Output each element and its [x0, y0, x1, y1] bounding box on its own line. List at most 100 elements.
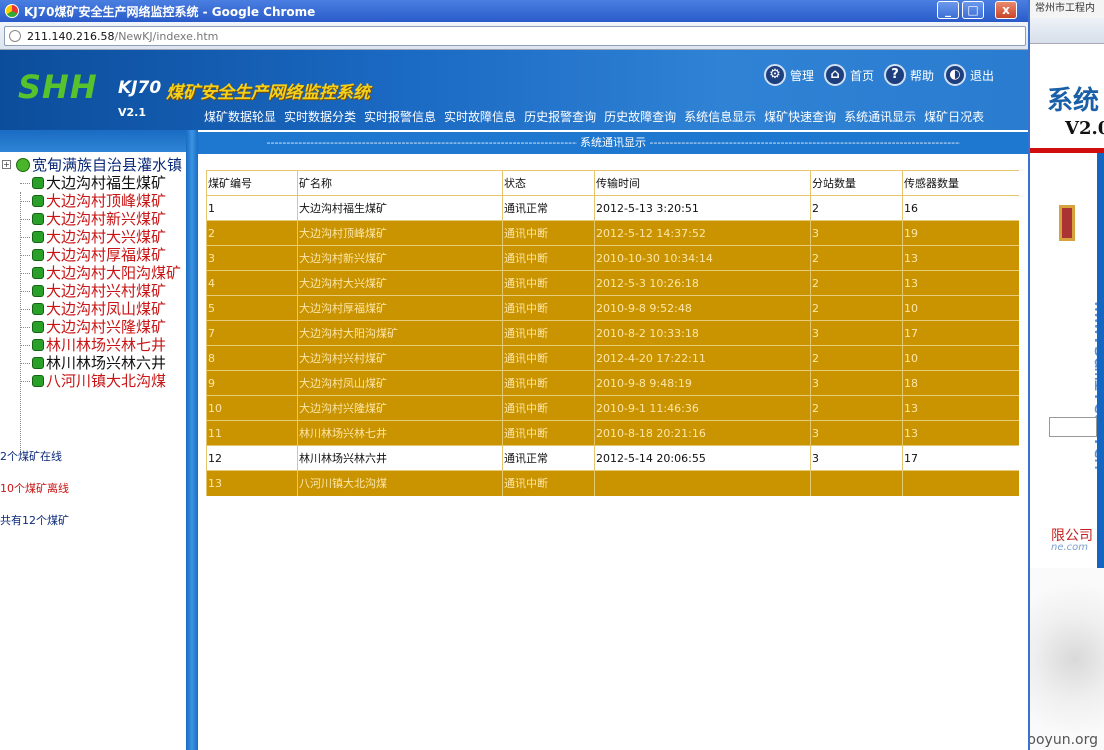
nav-menu: 煤矿数据轮显 实时数据分类 实时报警信息 实时故障信息 历史报警查询 历史故障查… [200, 108, 988, 125]
cell-sensors: 16 [902, 195, 1019, 221]
nav-item-comm-display[interactable]: 系统通讯显示 [840, 108, 920, 125]
page-info-icon[interactable] [9, 30, 21, 42]
cell-name: 林川林场兴林七井 [297, 420, 503, 446]
nav-item-daily-report[interactable]: 煤矿日况表 [920, 108, 988, 125]
tree-item-label: 大边沟村兴村煤矿 [46, 282, 167, 300]
nav-item-realtime-alarm[interactable]: 实时报警信息 [360, 108, 440, 125]
table-row[interactable]: 7 大边沟村大阳沟煤矿 通讯中断 2010-8-2 10:33:18 3 17 [206, 320, 1019, 346]
sidebar: + 宽甸满族自治县灌水镇 大边沟村福生煤矿 大边沟村顶峰煤矿 大边沟村新兴煤矿 大边沟… [0, 130, 186, 750]
tree-item[interactable]: 大边沟村兴村煤矿 [0, 282, 186, 300]
home-link[interactable]: ⌂ 首页 [824, 64, 874, 86]
summary: 2个煤矿在线 10个煤矿离线 共有12个煤矿 [0, 448, 186, 528]
nav-item-realtime-category[interactable]: 实时数据分类 [280, 108, 360, 125]
tree-item-label: 大边沟村凤山煤矿 [46, 300, 167, 318]
cell-name: 大边沟村厚福煤矿 [297, 295, 503, 321]
exit-icon: ◐ [944, 64, 967, 86]
mine-icon [32, 285, 44, 297]
tree-item[interactable]: 大边沟村顶峰煤矿 [0, 192, 186, 210]
table-row[interactable]: 5 大边沟村厚福煤矿 通讯中断 2010-9-8 9:52:48 2 10 [206, 295, 1019, 321]
cell-stations: 2 [810, 245, 903, 271]
close-button[interactable]: x [995, 1, 1017, 19]
tree-item-label: 大边沟村兴隆煤矿 [46, 318, 167, 336]
tree-item[interactable]: 大边沟村新兴煤矿 [0, 210, 186, 228]
cell-sensors: 13 [902, 245, 1019, 271]
tree-item-label: 大边沟村新兴煤矿 [46, 210, 167, 228]
browser-window: KJ70煤矿安全生产网络监控系统 - Google Chrome _ □ x 2… [0, 0, 1030, 750]
table-row[interactable]: 13 八河川镇大北沟煤 通讯中断 [206, 470, 1019, 496]
table-row[interactable]: 8 大边沟村兴村煤矿 通讯中断 2012-4-20 17:22:11 2 10 [206, 345, 1019, 371]
expand-icon[interactable]: + [2, 160, 11, 169]
cell-status: 通讯中断 [502, 245, 595, 271]
tree-item[interactable]: 大边沟村大阳沟煤矿 [0, 264, 186, 282]
maximize-button[interactable]: □ [962, 1, 984, 19]
tree-item[interactable]: 八河川镇大北沟煤 [0, 372, 186, 390]
table-row[interactable]: 10 大边沟村兴隆煤矿 通讯中断 2010-9-1 11:46:36 2 13 [206, 395, 1019, 421]
total-count: 共有12个煤矿 [0, 514, 69, 527]
section-header: ----------------------------------------… [198, 132, 1028, 154]
sidebar-divider[interactable] [186, 130, 198, 750]
nav-item-history-fault[interactable]: 历史故障查询 [600, 108, 680, 125]
cell-name: 大边沟村顶峰煤矿 [297, 220, 503, 246]
system-title: 煤矿安全生产网络监控系统 [166, 83, 370, 103]
page-header: SHH KJ70 煤矿安全生产网络监控系统 V2.1 ⚙ 管理 ⌂ 首页 ? 帮… [0, 50, 1028, 130]
cell-stations: 3 [810, 220, 903, 246]
help-link[interactable]: ? 帮助 [884, 64, 934, 86]
cell-name: 八河川镇大北沟煤 [297, 470, 503, 496]
mine-icon [32, 321, 44, 333]
manage-link[interactable]: ⚙ 管理 [764, 64, 814, 86]
nav-item-realtime-fault[interactable]: 实时故障信息 [440, 108, 520, 125]
cell-stations: 3 [810, 445, 903, 471]
url-input[interactable]: 211.140.216.58/NewKJ/indexe.htm [4, 26, 1026, 46]
cell-id: 3 [206, 245, 298, 271]
address-bar: 211.140.216.58/NewKJ/indexe.htm [0, 22, 1028, 50]
col-header-status: 状态 [502, 170, 595, 196]
exit-link[interactable]: ◐ 退出 [944, 64, 994, 86]
table-row[interactable]: 1 大边沟村福生煤矿 通讯正常 2012-5-13 3:20:51 2 16 [206, 195, 1019, 221]
offline-count: 10个煤矿离线 [0, 482, 69, 495]
cell-time: 2010-9-1 11:46:36 [594, 395, 811, 421]
tree-root[interactable]: + 宽甸满族自治县灌水镇 [0, 156, 186, 174]
table-row[interactable]: 2 大边沟村顶峰煤矿 通讯中断 2012-5-12 14:37:52 3 19 [206, 220, 1019, 246]
tree-item[interactable]: 大边沟村大兴煤矿 [0, 228, 186, 246]
cell-stations: 2 [810, 195, 903, 221]
nav-item-data-rotation[interactable]: 煤矿数据轮显 [200, 108, 280, 125]
cell-sensors: 17 [902, 320, 1019, 346]
title-bar[interactable]: KJ70煤矿安全生产网络监控系统 - Google Chrome _ □ x [0, 0, 1028, 22]
background-ornament [1059, 205, 1075, 241]
tree-item[interactable]: 大边沟村福生煤矿 [0, 174, 186, 192]
tree-item-label: 大边沟村大兴煤矿 [46, 228, 167, 246]
cell-status: 通讯中断 [502, 470, 595, 496]
tree-item-label: 大边沟村厚福煤矿 [46, 246, 167, 264]
table-row[interactable]: 12 林川林场兴林六井 通讯正常 2012-5-14 20:06:55 3 17 [206, 445, 1019, 471]
cell-stations: 3 [810, 320, 903, 346]
table-row[interactable]: 9 大边沟村凤山煤矿 通讯中断 2010-9-8 9:48:19 3 18 [206, 370, 1019, 396]
cell-name: 大边沟村福生煤矿 [297, 195, 503, 221]
background-input[interactable] [1049, 417, 1097, 437]
minimize-button[interactable]: _ [937, 1, 959, 19]
url-host: 211.140.216.58 [27, 30, 115, 43]
table-row[interactable]: 3 大边沟村新兴煤矿 通讯中断 2010-10-30 10:34:14 2 13 [206, 245, 1019, 271]
nav-item-history-alarm[interactable]: 历史报警查询 [520, 108, 600, 125]
cell-id: 4 [206, 270, 298, 296]
table-row[interactable]: 4 大边沟村大兴煤矿 通讯中断 2012-5-3 10:26:18 2 13 [206, 270, 1019, 296]
cell-stations [810, 470, 903, 496]
table-header-row: 煤矿编号 矿名称 状态 传输时间 分站数量 传感器数量 [206, 170, 1019, 196]
tree-item[interactable]: 大边沟村兴隆煤矿 [0, 318, 186, 336]
help-label: 帮助 [910, 68, 935, 83]
cell-time [594, 470, 811, 496]
cell-id: 10 [206, 395, 298, 421]
tree-item[interactable]: 大边沟村凤山煤矿 [0, 300, 186, 318]
background-red-line [1029, 148, 1104, 153]
mine-icon [32, 357, 44, 369]
mine-icon [32, 231, 44, 243]
tree-item[interactable]: 林川林场兴林六井 [0, 354, 186, 372]
cell-sensors: 10 [902, 295, 1019, 321]
cell-stations: 3 [810, 420, 903, 446]
cell-time: 2012-5-13 3:20:51 [594, 195, 811, 221]
tree-item[interactable]: 大边沟村厚福煤矿 [0, 246, 186, 264]
nav-item-quick-search[interactable]: 煤矿快速查询 [760, 108, 840, 125]
nav-item-system-info[interactable]: 系统信息显示 [680, 108, 760, 125]
table-body: 1 大边沟村福生煤矿 通讯正常 2012-5-13 3:20:51 2 16 2 大边沟村顶峰… [206, 195, 1019, 496]
tree-item[interactable]: 林川林场兴林七井 [0, 336, 186, 354]
table-row[interactable]: 11 林川林场兴林七井 通讯中断 2010-8-18 20:21:16 3 13 [206, 420, 1019, 446]
